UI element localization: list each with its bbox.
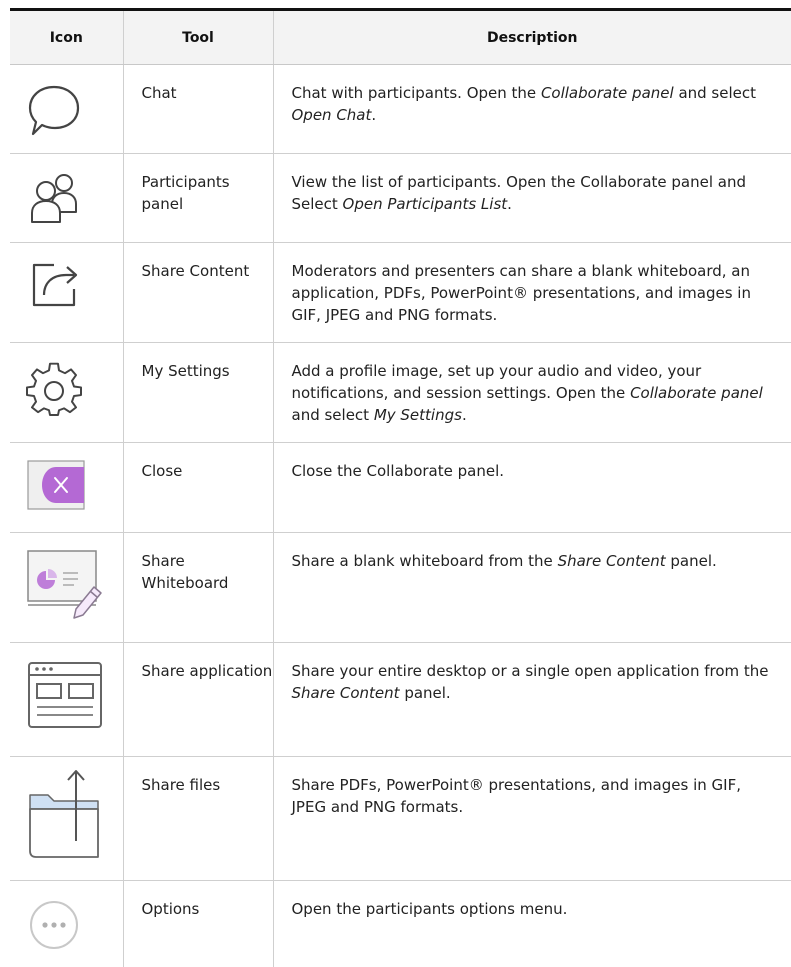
description-text: Moderators and presenters can share a bl…	[291, 262, 751, 324]
tool-name: Options	[122, 880, 273, 967]
table-header: Icon Tool Description	[10, 8, 791, 65]
table-body: Chat Chat with participants. Open the Co…	[10, 64, 791, 967]
description-text: and select	[673, 84, 756, 102]
description-emphasis: Collaborate panel	[630, 384, 763, 402]
description-text: Share your entire desktop or a single op…	[291, 662, 769, 680]
tools-table: Icon Tool Description Chat Chat with par…	[10, 8, 791, 967]
tool-name: Close	[122, 442, 273, 533]
tool-description: Open the participants options menu.	[272, 880, 791, 967]
tool-description: Close the Collaborate panel.	[272, 442, 791, 533]
description-text: .	[507, 195, 512, 213]
table-row: Chat Chat with participants. Open the Co…	[10, 64, 791, 154]
icon-cell	[10, 532, 123, 643]
header-icon: Icon	[10, 8, 123, 65]
description-emphasis: Open Participants List	[342, 195, 508, 213]
chat-bubble-icon	[28, 85, 80, 136]
folder-upload-icon	[29, 770, 99, 858]
table-row: Share files Share PDFs, PowerPoint® pres…	[10, 756, 791, 881]
icon-cell	[10, 442, 123, 533]
description-text: and select	[291, 406, 374, 424]
table-row: Close Close the Collaborate panel.	[10, 442, 791, 533]
tool-description: Chat with participants. Open the Collabo…	[272, 64, 791, 154]
tool-description: Share your entire desktop or a single op…	[272, 642, 791, 757]
more-options-icon	[30, 901, 78, 949]
table-row: Share Whiteboard Share a blank whiteboar…	[10, 532, 791, 643]
icon-cell	[10, 642, 123, 757]
icon-cell	[10, 342, 123, 443]
table-row: Options Open the participants options me…	[10, 880, 791, 967]
table-row: Share application Share your entire desk…	[10, 642, 791, 757]
icon-cell	[10, 64, 123, 154]
description-text: panel.	[665, 552, 717, 570]
description-emphasis: Collaborate panel	[540, 84, 674, 102]
description-text: .	[371, 106, 377, 124]
whiteboard-icon	[27, 550, 102, 619]
tools-reference-page: Icon Tool Description Chat Chat with par…	[0, 0, 791, 967]
tool-description: Share a blank whiteboard from the Share …	[272, 532, 791, 643]
icon-cell	[10, 881, 123, 967]
close-tab-icon	[27, 460, 85, 510]
description-text: panel.	[399, 684, 451, 702]
header-tool: Tool	[122, 8, 273, 65]
description-text: Open the participants options menu.	[291, 900, 568, 918]
icon-cell	[10, 153, 123, 243]
description-text: Close the Collaborate panel.	[291, 462, 505, 480]
description-text: Share PDFs, PowerPoint® presentations, a…	[291, 776, 741, 816]
table-row: My Settings Add a profile image, set up …	[10, 342, 791, 443]
participants-icon	[31, 174, 77, 223]
tool-description: Add a profile image, set up your audio a…	[272, 342, 791, 443]
application-window-icon	[28, 662, 102, 728]
description-emphasis: Share Content	[557, 552, 666, 570]
tool-name: Participants panel	[122, 153, 273, 243]
table-row: Share Content Moderators and presenters …	[10, 242, 791, 343]
table-row: Participants panel View the list of part…	[10, 153, 791, 243]
icon-cell	[10, 242, 123, 343]
tool-description: Share PDFs, PowerPoint® presentations, a…	[272, 756, 791, 881]
tool-name: My Settings	[122, 342, 273, 443]
tool-name: Share application	[122, 642, 273, 757]
tool-name: Share files	[122, 756, 273, 881]
tool-name: Chat	[122, 64, 273, 154]
share-content-icon	[32, 263, 78, 307]
description-emphasis: Open Chat	[291, 106, 372, 124]
tool-description: View the list of participants. Open the …	[272, 153, 791, 243]
description-emphasis: Share Content	[291, 684, 400, 702]
gear-icon	[26, 362, 82, 416]
description-text: Chat with participants. Open the	[291, 84, 541, 102]
description-text: Share a blank whiteboard from the	[291, 552, 558, 570]
tool-name: Share Content	[122, 242, 273, 343]
tool-name: Share Whiteboard	[122, 532, 273, 643]
tool-description: Moderators and presenters can share a bl…	[272, 242, 791, 343]
header-description: Description	[272, 8, 791, 65]
description-text: .	[461, 406, 467, 424]
description-emphasis: My Settings	[373, 406, 462, 424]
icon-cell	[10, 756, 123, 881]
